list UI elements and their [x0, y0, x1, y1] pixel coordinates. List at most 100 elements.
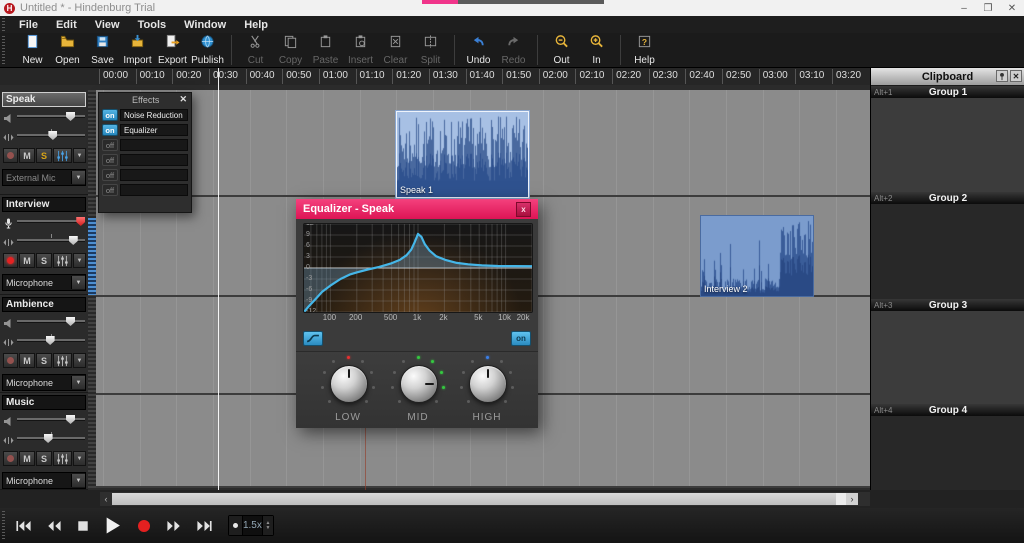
- input-source-dropdown[interactable]: Microphone▼: [2, 374, 86, 391]
- audio-clip[interactable]: Interview 2: [700, 215, 814, 297]
- effect-name-field[interactable]: [120, 184, 188, 196]
- effect-toggle-button[interactable]: off: [102, 154, 118, 166]
- effects-fader-button[interactable]: [53, 253, 72, 268]
- dropdown-arrow-button[interactable]: ▼: [71, 276, 85, 289]
- pan-slider[interactable]: [17, 431, 85, 445]
- eq-on-button[interactable]: on: [511, 331, 531, 346]
- effect-toggle-button[interactable]: on: [102, 109, 118, 121]
- dropdown-arrow-button[interactable]: ▼: [71, 171, 85, 184]
- rewind-button[interactable]: [47, 520, 61, 532]
- volume-slider[interactable]: [17, 109, 85, 123]
- toolbar-grip[interactable]: [2, 36, 5, 65]
- solo-button[interactable]: S: [36, 451, 52, 466]
- clipboard-group-body[interactable]: [871, 311, 1024, 404]
- timeline-ruler[interactable]: 00:0000:1000:2000:3000:4000:5001:0001:10…: [0, 68, 870, 86]
- effect-name-field[interactable]: [120, 154, 188, 166]
- eq-knob-low[interactable]: [320, 355, 376, 411]
- menu-item-tools[interactable]: Tools: [129, 18, 176, 32]
- equalizer-title-bar[interactable]: Equalizer - Speak x: [296, 199, 538, 219]
- record-button[interactable]: [137, 519, 151, 533]
- record-arm-button[interactable]: [3, 253, 18, 268]
- track-name[interactable]: Speak: [2, 92, 86, 107]
- scrollbar-track[interactable]: [836, 493, 846, 505]
- input-source-dropdown[interactable]: Microphone▼: [2, 274, 86, 291]
- effect-toggle-button[interactable]: on: [102, 124, 118, 136]
- pan-slider-handle[interactable]: [48, 131, 57, 140]
- clipboard-group-body[interactable]: [871, 98, 1024, 192]
- play-button[interactable]: [104, 517, 121, 534]
- pan-slider-handle[interactable]: [44, 434, 53, 443]
- skip-start-button[interactable]: [16, 520, 31, 532]
- volume-slider[interactable]: [17, 214, 85, 228]
- effects-fader-button[interactable]: [53, 353, 72, 368]
- track-options-button[interactable]: ▼: [73, 253, 86, 268]
- skip-end-button[interactable]: [197, 520, 212, 532]
- fast-forward-button[interactable]: [167, 520, 181, 532]
- track-name[interactable]: Interview: [2, 197, 86, 212]
- solo-button[interactable]: S: [36, 148, 52, 163]
- open-button[interactable]: Open: [50, 34, 85, 66]
- stop-button[interactable]: [77, 520, 89, 532]
- close-icon[interactable]: ✕: [1000, 0, 1024, 16]
- save-button[interactable]: Save: [85, 34, 120, 66]
- pan-slider-handle[interactable]: [46, 336, 55, 345]
- clipboard-group-header[interactable]: Alt+1Group 1: [871, 86, 1024, 98]
- zoom-in-button[interactable]: In: [579, 34, 614, 66]
- speed-mode-button[interactable]: [229, 516, 243, 535]
- menu-item-window[interactable]: Window: [175, 18, 235, 32]
- effects-fader-button[interactable]: [53, 148, 72, 163]
- volume-slider-handle[interactable]: [66, 317, 75, 326]
- dropdown-arrow-button[interactable]: ▼: [71, 376, 85, 389]
- effects-fader-button[interactable]: [53, 451, 72, 466]
- export-button[interactable]: Export: [155, 34, 190, 66]
- menu-item-edit[interactable]: Edit: [47, 18, 86, 32]
- menu-item-help[interactable]: Help: [235, 18, 277, 32]
- eq-knob-mid[interactable]: [390, 355, 446, 411]
- undo-button[interactable]: Undo: [461, 34, 496, 66]
- pan-slider[interactable]: [17, 233, 85, 247]
- scroll-right-icon[interactable]: ›: [846, 493, 858, 505]
- horizontal-scrollbar[interactable]: ‹ ›: [100, 492, 870, 506]
- minimize-icon[interactable]: –: [952, 0, 976, 16]
- track-options-button[interactable]: ▼: [73, 148, 86, 163]
- track-scroll-thumb[interactable]: [88, 218, 96, 295]
- input-source-dropdown[interactable]: Microphone▼: [2, 472, 86, 489]
- audio-clip[interactable]: Speak 1: [396, 111, 529, 198]
- track-options-button[interactable]: ▼: [73, 451, 86, 466]
- playhead[interactable]: [218, 68, 219, 490]
- effect-toggle-button[interactable]: off: [102, 169, 118, 181]
- dropdown-arrow-button[interactable]: ▼: [71, 474, 85, 487]
- track-name[interactable]: Ambience: [2, 297, 86, 312]
- help-button[interactable]: ?Help: [627, 34, 662, 66]
- eq-knob-high[interactable]: [459, 355, 515, 411]
- effect-name-field[interactable]: [120, 139, 188, 151]
- volume-slider[interactable]: [17, 314, 85, 328]
- volume-slider-handle[interactable]: [66, 415, 75, 424]
- equalizer-close-icon[interactable]: x: [516, 202, 531, 217]
- effect-toggle-button[interactable]: off: [102, 184, 118, 196]
- track-name[interactable]: Music: [2, 395, 86, 410]
- effects-close-icon[interactable]: ✕: [179, 94, 187, 105]
- eq-shelf-button[interactable]: [303, 331, 323, 346]
- track-options-button[interactable]: ▼: [73, 353, 86, 368]
- record-arm-button[interactable]: [3, 451, 18, 466]
- effect-toggle-button[interactable]: off: [102, 139, 118, 151]
- clipboard-title-bar[interactable]: Clipboard ✕: [871, 68, 1024, 85]
- pin-icon[interactable]: [996, 70, 1008, 82]
- import-button[interactable]: Import: [120, 34, 155, 66]
- new-button[interactable]: New: [15, 34, 50, 66]
- clipboard-group-header[interactable]: Alt+3Group 3: [871, 299, 1024, 311]
- maximize-icon[interactable]: ❐: [976, 0, 1000, 16]
- transport-grip[interactable]: [2, 511, 5, 540]
- scroll-left-icon[interactable]: ‹: [100, 493, 112, 505]
- knob-dial[interactable]: [469, 365, 507, 403]
- mute-button[interactable]: M: [19, 148, 35, 163]
- eq-curve-plot[interactable]: 129630-3-6-9-12: [303, 223, 533, 313]
- clipboard-close-icon[interactable]: ✕: [1010, 70, 1022, 82]
- menu-item-view[interactable]: View: [86, 18, 129, 32]
- menu-item-file[interactable]: File: [10, 18, 47, 32]
- clipboard-group-header[interactable]: Alt+4Group 4: [871, 404, 1024, 416]
- menubar-grip[interactable]: [2, 18, 5, 31]
- record-arm-button[interactable]: [3, 148, 18, 163]
- volume-slider-handle[interactable]: [66, 112, 75, 121]
